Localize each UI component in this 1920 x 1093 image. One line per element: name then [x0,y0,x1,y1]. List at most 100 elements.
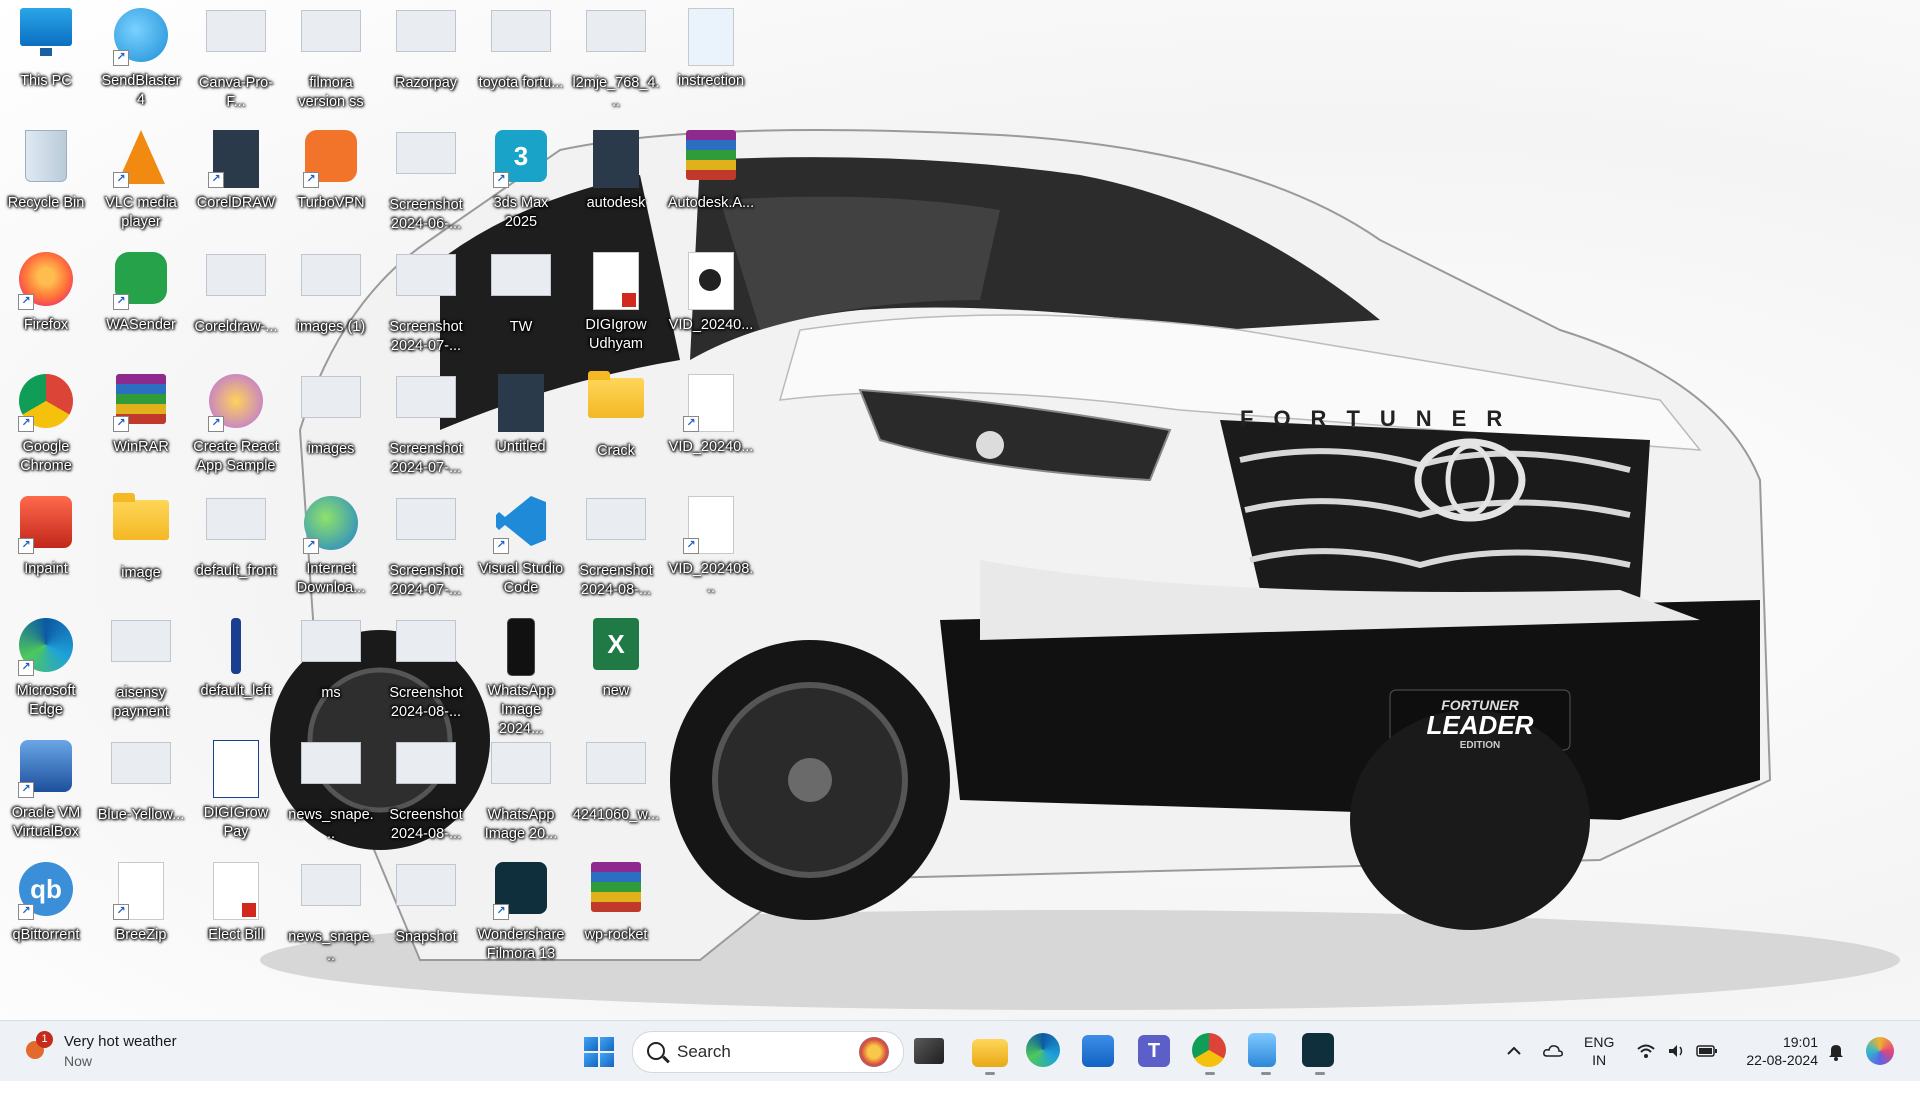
desktop-icon[interactable]: ↗ VLC media player [95,122,187,240]
desktop-icon[interactable]: ↗ CorelDRAW [190,122,282,240]
desktop-icon[interactable]: image [95,488,187,606]
task-view-icon[interactable] [914,1038,944,1064]
desktop-icon[interactable]: Razorpay [380,0,472,118]
desktop-icon[interactable]: default_front [190,488,282,606]
copilot-icon[interactable] [1866,1037,1894,1065]
desktop-icon-label: DIGIGrow Pay [203,805,269,840]
desktop-icon[interactable]: images (1) [285,244,377,362]
clock[interactable]: 19:01 22-08-2024 [1734,1033,1818,1093]
desktop-icon[interactable]: 3 ↗ 3ds Max 2025 [475,122,567,240]
desktop-icon[interactable]: ↗ WASender [95,244,187,362]
desktop-icon[interactable]: Screenshot 2024-07-... [380,488,472,606]
desktop-icon-label: Razorpay [394,75,458,91]
desktop-icon[interactable]: Recycle Bin [0,122,92,240]
desktop-icon[interactable]: wp-rocket [570,854,662,972]
desktop-icon[interactable]: ↗ Google Chrome [0,366,92,484]
thumbnail-icon [301,254,361,314]
microsoft-store-icon[interactable] [1082,1035,1114,1067]
volume-icon[interactable] [1666,1041,1686,1061]
desktop-icon[interactable]: ↗ Inpaint [0,488,92,606]
desktop-icon[interactable]: ↗ BreeZip [95,854,187,972]
desktop-icon[interactable]: l2mje_768_4... [570,0,662,118]
desktop-icon[interactable]: Snapshot [380,854,472,972]
teams-icon[interactable]: T [1138,1035,1170,1067]
show-hidden-icons-chevron-icon[interactable] [1504,1041,1524,1061]
desktop-icon[interactable]: ↗ TurboVPN [285,122,377,240]
desktop-icon[interactable]: This PC [0,0,92,118]
desktop-icon[interactable]: default_left [190,610,282,728]
desktop-icon[interactable]: Xnew [570,610,662,728]
start-button[interactable] [584,1037,614,1067]
desktop-icon[interactable]: ms [285,610,377,728]
desktop-icon[interactable]: VID_20240... [665,244,757,362]
desktop-icon[interactable]: ↗ Internet Downloa... [285,488,377,606]
desktop-icon[interactable]: Coreldraw-... [190,244,282,362]
edge-icon[interactable] [1026,1033,1060,1067]
desktop-icon-label: default_front [195,563,277,579]
desktop-icon[interactable]: Screenshot 2024-07-... [380,244,472,362]
desktop-icon[interactable]: TW [475,244,567,362]
notification-bell-icon[interactable] [1826,1041,1846,1061]
desktop-icon-label: This PC [20,73,72,89]
desktop-icon-label: Screenshot 2024-06-... [389,197,463,232]
wifi-icon[interactable] [1636,1041,1656,1061]
desktop-icon-label: autodesk [586,195,646,211]
desktop-icon[interactable]: WhatsApp Image 2024... [475,610,567,737]
desktop-icon[interactable]: Elect Bill [190,854,282,972]
desktop-icon[interactable]: Screenshot 2024-08-... [380,732,472,850]
onedrive-cloud-icon[interactable] [1542,1041,1563,1061]
shortcut-arrow-icon: ↗ [18,660,34,676]
desktop-icon-label: Recycle Bin [7,195,85,211]
desktop-icon[interactable]: ↗ VID_20240... [665,366,757,484]
desktop-icon[interactable]: Screenshot 2024-07-... [380,366,472,484]
desktop-icon[interactable]: Blue-Yellow... [95,732,187,850]
desktop-icon[interactable]: Screenshot 2024-06-... [380,122,472,240]
desktop-icon[interactable]: Crack [570,366,662,484]
desktop-icon[interactable]: 4241060_w... [570,732,662,850]
desktop-icon[interactable]: instrection [665,0,757,118]
desktop-icon[interactable]: WhatsApp Image 20... [475,732,567,850]
desktop-icon[interactable]: aisensy payment [95,610,187,728]
desktop-icon[interactable]: autodesk [570,122,662,240]
idm-icon: ↗ [301,496,361,556]
desktop-icon-label: Screenshot 2024-08-... [389,685,463,720]
desktop-icon[interactable]: DIGIGrow Pay [190,732,282,850]
desktop-icon-label: 3ds Max 2025 [493,195,549,230]
desktop-icon[interactable]: Canva-Pro-F... [190,0,282,118]
weather-title: Very hot weather [64,1033,177,1050]
language-indicator[interactable]: ENG IN [1584,1033,1614,1093]
shortcut-arrow-icon: ↗ [208,172,224,188]
desktop-icon[interactable]: news_snape... [285,854,377,972]
desktop-icon[interactable]: Screenshot 2024-08-... [380,610,472,728]
desktop-icon[interactable]: ↗ Firefox [0,244,92,362]
desktop-icon[interactable]: ↗ SendBlaster 4 [95,0,187,118]
desktop-icon[interactable]: filmora version ss [285,0,377,118]
thumbnail-icon [396,620,456,680]
desktop-icon[interactable]: Autodesk.A... [665,122,757,240]
desktop-icon[interactable]: qb ↗ qBittorrent [0,854,92,972]
battery-icon[interactable] [1696,1041,1717,1061]
desktop-icon[interactable]: Screenshot 2024-08-... [570,488,662,606]
desktop-icon[interactable]: ↗ Wondershare Filmora 13 [475,854,567,972]
file-explorer-icon[interactable] [972,1039,1008,1075]
desktop-icon[interactable]: ↗ Create React App Sample [190,366,282,484]
desktop-icon-label: Screenshot 2024-08-... [579,563,653,598]
desktop-icon[interactable]: ↗ WinRAR [95,366,187,484]
filmora-icon[interactable] [1302,1033,1334,1075]
desktop-icon[interactable]: ↗ VID_202408... [665,488,757,606]
desktop-icon[interactable]: ↗ Visual Studio Code [475,488,567,606]
firefox-icon: ↗ [16,252,76,312]
desktop-icon[interactable]: images [285,366,377,484]
shortcut-arrow-icon: ↗ [18,782,34,798]
desktop-icon[interactable]: news_snape... [285,732,377,850]
desktop-icon[interactable]: ↗ Microsoft Edge [0,610,92,728]
search-highlight-icon [859,1037,889,1067]
desktop-icon[interactable]: Untitled [475,366,567,484]
desktop-icon[interactable]: DIGIgrow Udhyam [570,244,662,362]
chrome-icon[interactable] [1192,1033,1226,1075]
notepad-icon[interactable] [1248,1033,1276,1075]
desktop-icon[interactable]: ↗ Oracle VM VirtualBox [0,732,92,850]
taskbar-search-box[interactable]: Search [632,1031,904,1073]
weather-widget[interactable]: 1 Very hot weather Now [22,1029,222,1073]
desktop-icon[interactable]: toyota fortu... [475,0,567,118]
